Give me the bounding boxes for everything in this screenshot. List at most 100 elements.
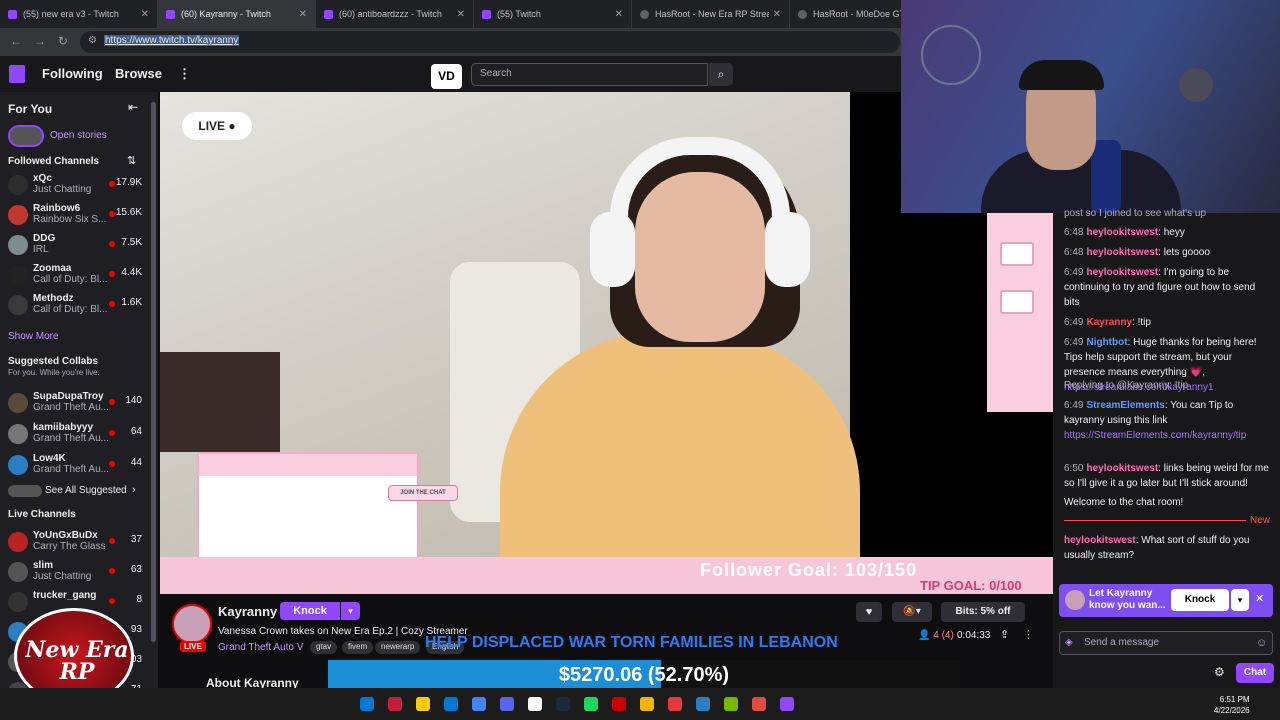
more-options-icon[interactable]: ⋮ (1023, 628, 1034, 641)
channel-avatar (8, 265, 28, 285)
bits-button[interactable]: Bits: 5% off (941, 602, 1025, 622)
taskbar-clock[interactable]: 6:51 PM 4/22/2026 (1214, 694, 1250, 716)
chat-reply-context[interactable]: Replying to @Kayranny: !tip (1064, 378, 1272, 393)
taskbar-app-icon[interactable] (528, 697, 542, 711)
headphones-right (765, 212, 810, 287)
taskbar-app-icon[interactable] (724, 697, 738, 711)
chat-username[interactable]: Nightbot (1086, 337, 1127, 348)
taskbar-app-icon[interactable] (668, 697, 682, 711)
heart-icon: ♥ (865, 606, 873, 618)
browser-tab[interactable]: (55) Twitch ✕ (474, 0, 632, 28)
chevron-down-icon[interactable]: ▾ (341, 602, 360, 620)
tag-gtav[interactable]: gtav (310, 641, 338, 654)
sidebar-scrollbar[interactable] (151, 102, 156, 642)
taskbar-app-icon[interactable] (752, 697, 766, 711)
vd-extension-logo[interactable]: VD (431, 64, 462, 89)
close-icon[interactable]: ✕ (141, 9, 149, 20)
close-icon[interactable]: ✕ (615, 9, 623, 20)
emote-icon[interactable]: ☺ (1256, 637, 1267, 649)
taskbar-app-icon[interactable] (472, 697, 486, 711)
nav-following[interactable]: Following (42, 66, 103, 81)
forward-icon[interactable]: → (34, 34, 46, 48)
taskbar-app-icon[interactable] (612, 697, 626, 711)
sidebar-channel[interactable]: YoUnGxBuDx Carry The Glass 37 (6, 528, 146, 556)
more-menu-icon[interactable]: ⋮ (178, 66, 191, 82)
browser-tab[interactable]: (60) antiboardzzz - Twitch ✕ (316, 0, 474, 28)
site-info-icon[interactable]: ⚙ (88, 35, 97, 46)
chat-send-button[interactable]: Chat (1236, 663, 1274, 683)
sidebar-channel[interactable]: Low4K Grand Theft Au... 44 (6, 451, 146, 479)
gear-icon[interactable]: ⚙ (1214, 665, 1225, 679)
stories-avatars[interactable] (8, 125, 44, 147)
knock-banner-button[interactable]: Knock (1171, 589, 1229, 611)
channel-points-icon[interactable]: ◈ (1065, 637, 1073, 648)
taskbar-app-icon[interactable] (416, 697, 430, 711)
follow-heart-button[interactable]: ♥ (856, 602, 882, 622)
url-text[interactable]: https://www.twitch.tv/kayranny (104, 35, 240, 46)
sidebar-channel[interactable]: Rainbow6 Rainbow Six S... 15.6K (6, 201, 146, 229)
taskbar-app-icon[interactable] (444, 697, 458, 711)
chat-username[interactable]: heylookitswest (1086, 463, 1158, 474)
back-icon[interactable]: ← (10, 34, 22, 48)
notifications-button[interactable]: 🔕▾ (892, 602, 932, 622)
chat-username[interactable]: heylookitswest (1086, 227, 1158, 238)
chat-link[interactable]: https://StreamElements.com/kayranny/tip (1064, 430, 1246, 441)
new-era-logo-text: New Era RP (25, 637, 129, 685)
nav-browse[interactable]: Browse (115, 66, 162, 81)
streamer-avatar[interactable] (172, 604, 212, 644)
taskbar-app-icon[interactable] (696, 697, 710, 711)
taskbar-app-icon[interactable] (500, 697, 514, 711)
streamer-name[interactable]: Kayranny (218, 604, 277, 619)
live-dot-icon (109, 271, 115, 277)
chat-username[interactable]: heylookitswest (1064, 535, 1136, 546)
tag-fivem[interactable]: fivem (342, 641, 374, 654)
taskbar-app-icon[interactable] (780, 697, 794, 711)
taskbar-app-icon[interactable] (640, 697, 654, 711)
channel-game: Call of Duty: Bl... (33, 274, 108, 285)
sidebar-channel[interactable]: Zoomaa Call of Duty: Bl... 4.4K (6, 261, 146, 289)
chat-timestamp: 6:50 (1064, 463, 1084, 474)
channel-avatar (8, 562, 28, 582)
sort-icon[interactable]: ⇅ (127, 154, 136, 167)
taskbar-app-icon[interactable] (388, 697, 402, 711)
channel-name: slim (33, 560, 54, 571)
chevron-down-icon[interactable]: ▾ (1231, 589, 1249, 611)
reload-icon[interactable]: ↻ (58, 34, 68, 48)
close-icon[interactable]: ✕ (773, 9, 781, 20)
sidebar-channel[interactable]: slim Just Chatting 63 (6, 558, 146, 586)
tag-newerarp[interactable]: newerarp (375, 641, 421, 654)
knock-button[interactable]: Knock (280, 602, 340, 620)
chat-username[interactable]: Kayranny (1086, 317, 1132, 328)
sidebar-channel[interactable]: xQc Just Chatting 17.9K (6, 171, 146, 199)
show-more-link[interactable]: Show More (8, 331, 59, 342)
channel-viewers: 8 (136, 594, 142, 605)
taskbar-app-icon[interactable] (556, 697, 570, 711)
collapse-sidebar-icon[interactable]: ⇤ (128, 100, 138, 114)
chat-username[interactable]: heylookitswest (1086, 247, 1158, 258)
twitch-logo-icon[interactable] (9, 65, 25, 83)
close-icon[interactable]: ✕ (299, 9, 307, 20)
sidebar-channel[interactable]: DDG IRL 7.5K (6, 231, 146, 259)
close-icon[interactable]: ✕ (457, 9, 465, 20)
close-icon[interactable]: ✕ (1255, 592, 1264, 605)
open-stories-link[interactable]: Open stories (50, 130, 107, 141)
taskbar-app-icon[interactable] (360, 697, 374, 711)
chat-input[interactable]: Send a message (1059, 631, 1273, 655)
url-field[interactable]: ⚙ https://www.twitch.tv/kayranny (80, 31, 900, 53)
browser-tab[interactable]: (60) Kayranny - Twitch ✕ (158, 0, 316, 28)
sidebar-channel[interactable]: SupaDupaTroy Grand Theft Au... 140 (6, 389, 146, 417)
chat-username[interactable]: heylookitswest (1086, 267, 1158, 278)
sidebar-channel[interactable]: Methodz Call of Duty: Bl... 1.6K (6, 291, 146, 319)
chevron-right-icon[interactable]: › (132, 484, 136, 496)
sidebar-channel[interactable]: kamiibabyyy Grand Theft Au... 64 (6, 420, 146, 448)
search-button[interactable]: ⌕ (709, 63, 733, 86)
chat-username[interactable]: StreamElements (1086, 400, 1164, 411)
see-all-suggested-link[interactable]: See All Suggested (45, 485, 127, 496)
share-icon[interactable]: ⇪ (1000, 628, 1009, 641)
search-input[interactable]: Search (471, 63, 708, 86)
browser-tab[interactable]: (55) new era v3 - Twitch ✕ (0, 0, 158, 28)
taskbar-app-icon[interactable] (584, 697, 598, 711)
live-dot-icon (109, 461, 115, 467)
category-link[interactable]: Grand Theft Auto V (218, 642, 303, 653)
browser-tab[interactable]: HasRoot - New Era RP Stream ✕ (632, 0, 790, 28)
